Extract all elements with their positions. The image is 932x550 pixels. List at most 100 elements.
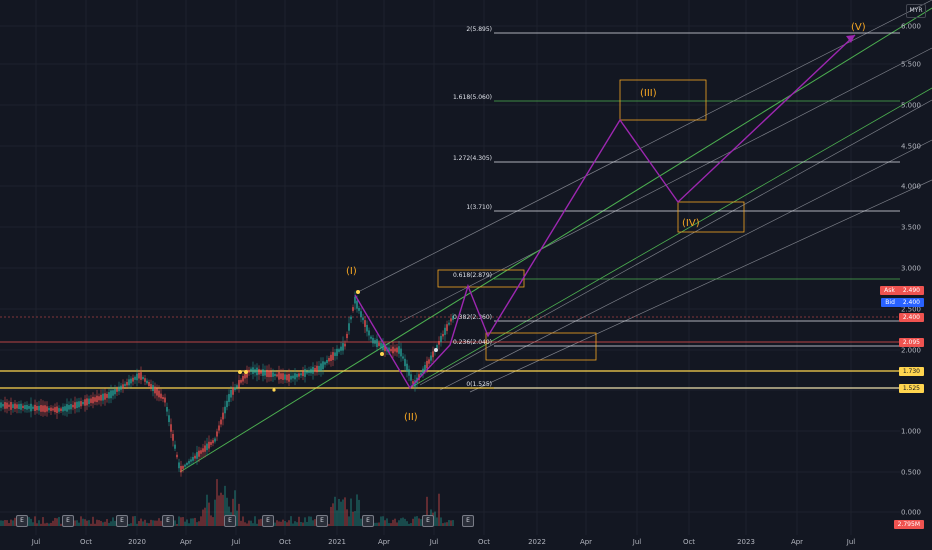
volume-bar (394, 518, 396, 526)
volume-bar (138, 521, 140, 526)
volume-bar (96, 519, 98, 526)
event-marker-icon[interactable]: E (62, 515, 74, 527)
volume-bar (240, 520, 242, 526)
candle-body (206, 443, 208, 451)
candle-body (174, 444, 176, 449)
volume-bar (334, 496, 336, 526)
event-marker-icon[interactable]: E (316, 515, 328, 527)
volume-bar (104, 521, 106, 526)
candle-body (292, 375, 294, 379)
candle-body (290, 375, 292, 380)
event-marker-icon[interactable]: E (16, 515, 28, 527)
event-marker-icon[interactable]: E (116, 515, 128, 527)
candle-body (288, 373, 290, 382)
time-axis-label: Jul (429, 538, 439, 546)
bid-label: Bid (885, 299, 895, 306)
volume-bar (12, 520, 14, 526)
candle-body (306, 371, 308, 374)
last-price-tag: 2.400 (898, 313, 924, 322)
volume-bar (180, 517, 182, 526)
candle-body (216, 431, 218, 437)
candle-body (314, 367, 316, 372)
candle-body (34, 404, 36, 411)
ask-value: 2.490 (902, 287, 920, 294)
volume-bar (250, 520, 252, 526)
wave-label-v: (V) (851, 22, 866, 33)
candle-body (404, 358, 406, 367)
candle-body (96, 395, 98, 403)
volume-bar (44, 523, 46, 526)
event-marker-icon[interactable]: E (262, 515, 274, 527)
volume-bar (310, 516, 312, 526)
currency-badge[interactable]: MYR (906, 4, 926, 18)
price-chart[interactable]: 2(5.895) 1.618(5.060) 1.272(4.305) 1(3.710)… (0, 0, 932, 550)
candle-body (48, 407, 50, 411)
volume-bar (346, 509, 348, 526)
volume-bar (194, 517, 196, 526)
candle-body (274, 373, 276, 377)
volume-bar (292, 523, 294, 526)
candle-body (76, 401, 78, 409)
volume-bar (178, 516, 180, 526)
candle-body (196, 452, 198, 459)
fib-level-label: 2(5.895) (466, 26, 492, 33)
candle-body (366, 324, 368, 332)
price-axis-label: 5.500 (901, 61, 921, 69)
volume-bar (216, 479, 218, 526)
candle-body (118, 386, 120, 392)
candle-body (298, 373, 300, 377)
volume-bar (300, 522, 302, 526)
volume-bar (406, 521, 408, 526)
candle-body (302, 371, 304, 377)
event-marker-icon[interactable]: E (462, 515, 474, 527)
candle-body (396, 347, 398, 353)
candle-body (58, 408, 60, 412)
event-marker-icon[interactable]: E (224, 515, 236, 527)
event-marker-icon[interactable]: E (362, 515, 374, 527)
volume-bar (444, 522, 446, 526)
volume-bar (4, 520, 6, 526)
candle-body (208, 441, 210, 449)
price-axis-label: 2.000 (901, 347, 921, 355)
volume-bar (380, 516, 382, 526)
volume-bar (398, 520, 400, 526)
candle-body (202, 448, 204, 453)
volume-bar (202, 509, 204, 526)
candle-body (452, 316, 454, 320)
pivot-dot (244, 370, 248, 374)
bid-tag: Bid 2.400 (881, 298, 924, 307)
candle-body (14, 403, 16, 409)
candle-body (432, 351, 434, 358)
candle-body (82, 401, 84, 405)
volume-bar (102, 522, 104, 526)
candle-body (222, 412, 224, 420)
candle-body (160, 393, 162, 399)
candle-body (126, 381, 128, 386)
price-axis-label: 5.000 (901, 102, 921, 110)
candle-body (232, 387, 234, 395)
candle-body (304, 369, 306, 377)
candle-body (90, 398, 92, 403)
candle-body (140, 372, 142, 380)
volume-bar (208, 502, 210, 526)
candle-body (346, 333, 348, 339)
candle-body (226, 400, 228, 408)
volume-bar (188, 523, 190, 526)
candle-body (294, 373, 296, 380)
candle-body (204, 445, 206, 452)
candle-body (38, 405, 40, 411)
volume-bar (278, 521, 280, 526)
candle-body (162, 396, 164, 400)
candle-body (94, 397, 96, 402)
candle-body (12, 404, 14, 408)
event-marker-icon[interactable]: E (162, 515, 174, 527)
volume-bar (30, 518, 32, 526)
volume-bar (94, 523, 96, 526)
time-axis-label: Oct (683, 538, 695, 546)
volume-bar (450, 520, 452, 526)
volume-bar (154, 520, 156, 526)
price-axis-label: 0.000 (901, 509, 921, 517)
event-marker-icon[interactable]: E (422, 515, 434, 527)
candle-body (266, 369, 268, 377)
price-axis-label: 1.000 (901, 428, 921, 436)
